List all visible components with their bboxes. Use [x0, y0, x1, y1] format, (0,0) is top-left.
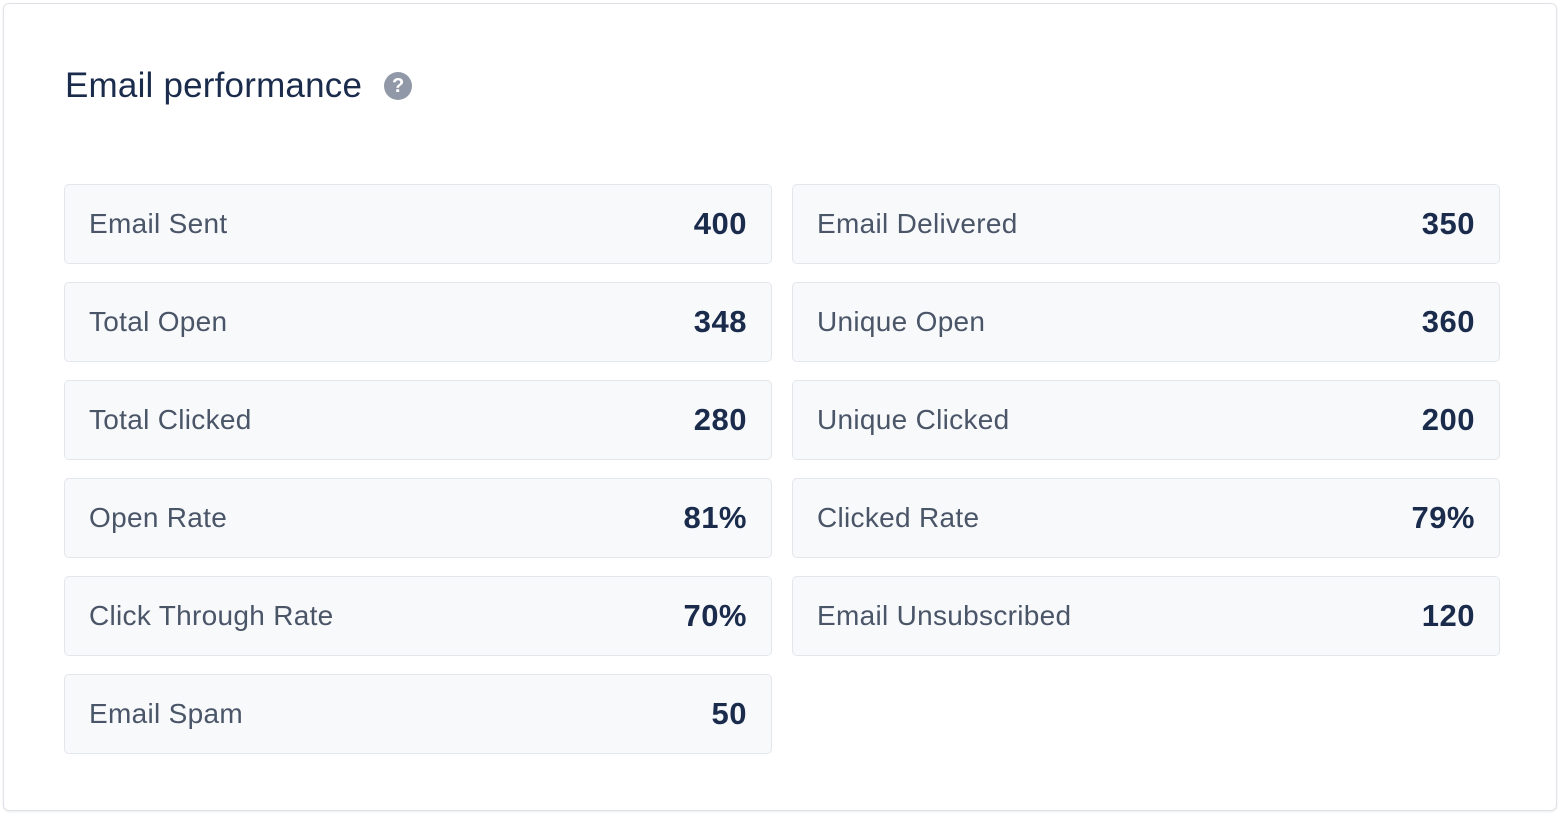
- metrics-grid: Email Sent 400 Email Delivered 350 Total…: [64, 184, 1500, 754]
- metric-label: Unique Clicked: [817, 404, 1010, 435]
- metric-label: Total Clicked: [89, 404, 252, 435]
- metric-unique-open: Unique Open 360: [792, 282, 1500, 362]
- metric-label: Email Delivered: [817, 208, 1018, 239]
- metric-value: 70%: [683, 598, 747, 633]
- metric-label: Email Unsubscribed: [817, 600, 1072, 631]
- metric-value: 280: [693, 402, 747, 437]
- metric-value: 81%: [683, 500, 747, 535]
- metric-click-through-rate: Click Through Rate 70%: [64, 576, 772, 656]
- metric-email-unsubscribed: Email Unsubscribed 120: [792, 576, 1500, 656]
- metric-value: 200: [1421, 402, 1475, 437]
- metric-email-spam: Email Spam 50: [64, 674, 772, 754]
- metric-label: Total Open: [89, 306, 228, 337]
- metric-email-delivered: Email Delivered 350: [792, 184, 1500, 264]
- metric-label: Clicked Rate: [817, 502, 980, 533]
- metric-unique-clicked: Unique Clicked 200: [792, 380, 1500, 460]
- email-performance-card: Email performance ? Email Sent 400 Email…: [3, 3, 1557, 811]
- metric-value: 348: [693, 304, 747, 339]
- metric-value: 79%: [1411, 500, 1475, 535]
- metric-value: 360: [1421, 304, 1475, 339]
- metric-label: Unique Open: [817, 306, 986, 337]
- metric-label: Email Spam: [89, 698, 243, 729]
- card-header: Email performance ?: [65, 65, 413, 107]
- metric-open-rate: Open Rate 81%: [64, 478, 772, 558]
- metric-value: 350: [1421, 206, 1475, 241]
- card-title: Email performance: [65, 66, 363, 105]
- metric-value: 120: [1421, 598, 1475, 633]
- metric-total-open: Total Open 348: [64, 282, 772, 362]
- help-icon[interactable]: ?: [384, 72, 413, 100]
- metric-label: Open Rate: [89, 502, 228, 533]
- metric-label: Click Through Rate: [89, 600, 334, 631]
- metric-value: 50: [711, 696, 747, 731]
- metric-label: Email Sent: [89, 208, 228, 239]
- metric-total-clicked: Total Clicked 280: [64, 380, 772, 460]
- metric-value: 400: [693, 206, 747, 241]
- metric-email-sent: Email Sent 400: [64, 184, 772, 264]
- metric-clicked-rate: Clicked Rate 79%: [792, 478, 1500, 558]
